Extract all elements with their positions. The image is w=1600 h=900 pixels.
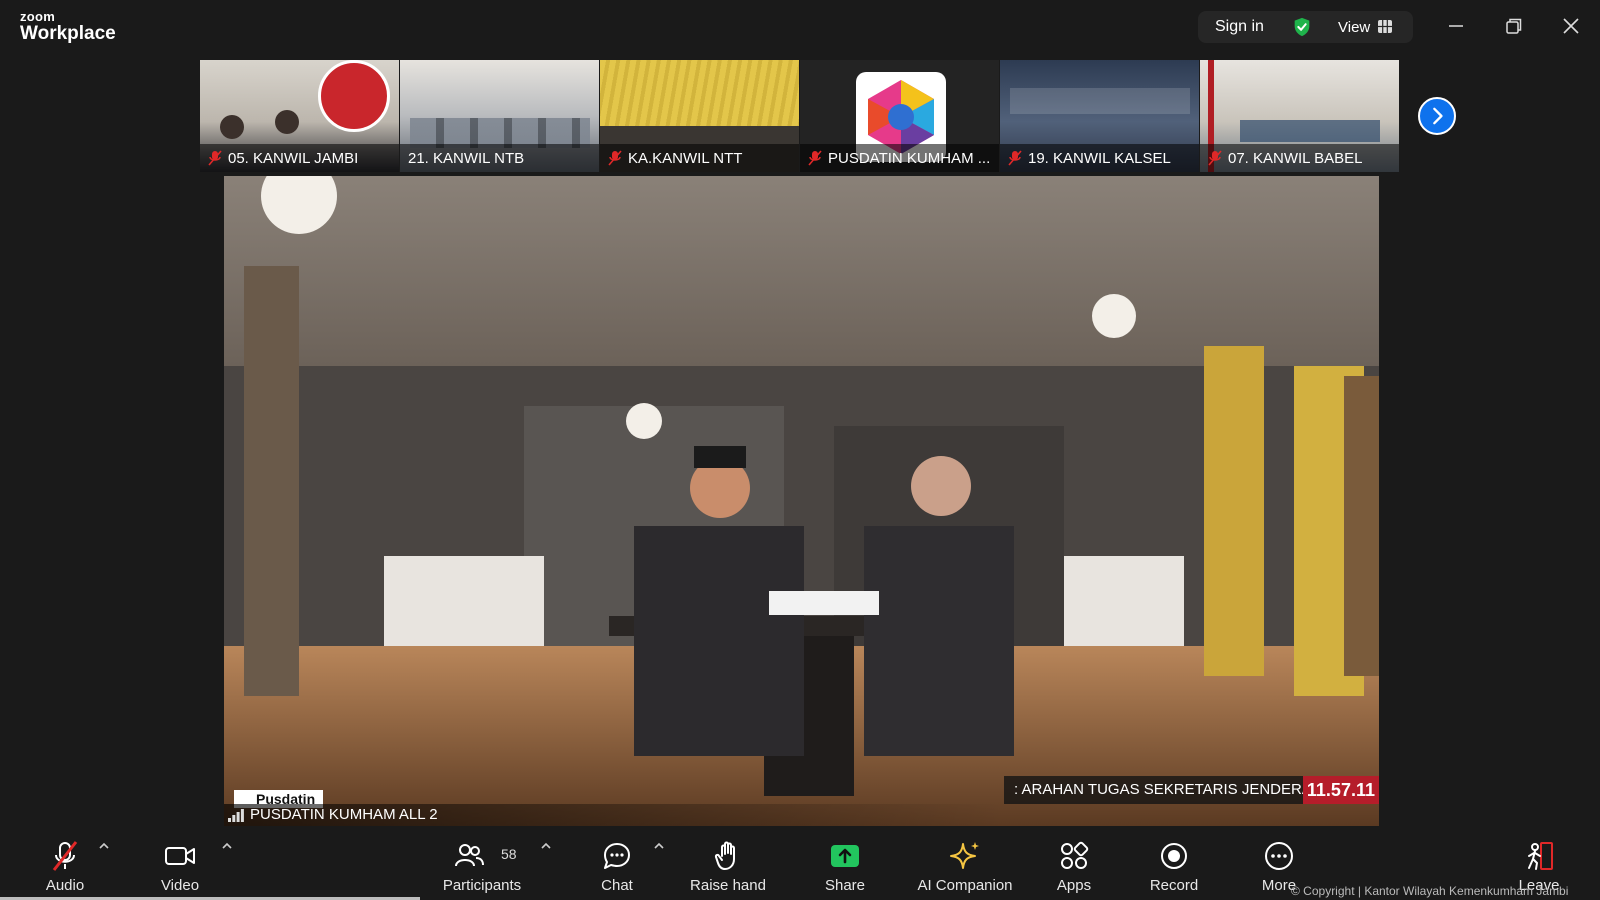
mic-muted-icon <box>208 150 222 166</box>
participants-button[interactable]: Participants <box>437 828 527 900</box>
wbk-emblem <box>318 60 390 132</box>
main-video-feed[interactable]: Pusdatin PUSDATIN KUMHAM ALL 2 : ARAHAN … <box>224 176 1379 826</box>
audio-label: Audio <box>45 877 85 894</box>
copyright-overlay: © Copyright | Kantor Wilayah Kemenkumham… <box>1291 884 1569 898</box>
share-screen-icon <box>831 845 859 867</box>
leave-door-icon <box>1528 842 1553 870</box>
apps-icon <box>1061 841 1089 869</box>
share-label: Share <box>824 877 866 894</box>
participants-label: Participants <box>442 877 522 894</box>
apps-button[interactable]: Apps <box>1049 828 1099 900</box>
thumbnail-name: 05. KANWIL JAMBI <box>200 144 399 172</box>
participants-count: 58 <box>501 846 517 862</box>
mic-muted-icon <box>1208 150 1222 166</box>
mic-muted-icon <box>1008 150 1022 166</box>
record-label: Record <box>1149 877 1199 894</box>
participants-icon <box>455 844 484 867</box>
feed-name-label: PUSDATIN KUMHAM ALL 2 <box>224 804 1004 826</box>
title-bar: zoom Workplace Sign in View <box>0 0 1600 55</box>
raise-hand-label: Raise hand <box>690 877 766 894</box>
restore-icon[interactable] <box>1502 14 1526 38</box>
video-button[interactable]: Video <box>155 828 205 900</box>
chat-label: Chat <box>601 877 633 894</box>
titlebar-actions: Sign in View <box>1198 11 1413 43</box>
audio-button[interactable]: Audio <box>40 828 90 900</box>
close-icon[interactable] <box>1559 14 1583 38</box>
sign-in-button[interactable]: Sign in <box>1215 18 1264 36</box>
thumbnail-kanwil-babel[interactable]: 07. KANWIL BABEL <box>1200 60 1399 172</box>
thumbnail-kanwil-kalsel[interactable]: 19. KANWIL KALSEL <box>1000 60 1199 172</box>
mic-muted-icon <box>608 150 622 166</box>
chevron-right-icon <box>1433 107 1443 125</box>
chat-bubble-icon <box>604 843 630 869</box>
record-icon <box>1161 843 1187 869</box>
audio-options-chevron-icon[interactable] <box>98 842 110 850</box>
video-label: Video <box>160 877 200 894</box>
thumbnail-name: 21. KANWIL NTB <box>400 144 599 172</box>
video-scene-image <box>224 176 1379 826</box>
raise-hand-button[interactable]: Raise hand <box>688 828 768 900</box>
thumbnail-name: 19. KANWIL KALSEL <box>1000 144 1199 172</box>
meeting-toolbar: Audio Video Participants 58 Chat Raise h… <box>0 828 1600 900</box>
more-ellipsis-icon <box>1265 842 1293 870</box>
chat-button[interactable]: Chat <box>592 828 642 900</box>
ticker-time: 11.57.11 <box>1302 776 1379 804</box>
ai-sparkle-icon <box>950 842 979 869</box>
thumbnail-kanwil-ntt[interactable]: KA.KANWIL NTT <box>600 60 799 172</box>
video-options-chevron-icon[interactable] <box>221 842 233 850</box>
thumbnail-pusdatin-kumham[interactable]: PUSDATIN KUMHAM ... <box>800 60 999 172</box>
mic-muted-icon <box>808 150 822 166</box>
apps-label: Apps <box>1056 877 1092 894</box>
video-camera-icon <box>165 847 195 865</box>
minimize-icon[interactable] <box>1444 14 1468 38</box>
thumbnail-name: KA.KANWIL NTT <box>600 144 799 172</box>
participants-options-chevron-icon[interactable] <box>540 842 552 850</box>
thumbnail-name: PUSDATIN KUMHAM ... <box>800 144 999 172</box>
record-button[interactable]: Record <box>1149 828 1199 900</box>
share-button[interactable]: Share <box>820 828 870 900</box>
participant-thumbnails: 05. KANWIL JAMBI 21. KANWIL NTB KA.KANWI… <box>200 60 1400 172</box>
raise-hand-icon <box>714 841 735 870</box>
ticker-text: : ARAHAN TUGAS SEKRETARIS JENDERAL <box>1014 781 1321 798</box>
next-page-button[interactable] <box>1418 97 1456 135</box>
ai-companion-button[interactable]: AI Companion <box>910 828 1020 900</box>
logo-zoom-text: zoom <box>20 9 56 24</box>
chat-options-chevron-icon[interactable] <box>653 842 665 850</box>
thumbnail-kanwil-jambi[interactable]: 05. KANWIL JAMBI <box>200 60 399 172</box>
zoom-workplace-logo: zoom Workplace <box>20 10 116 43</box>
view-button[interactable]: View <box>1338 19 1370 36</box>
ai-companion-label: AI Companion <box>917 877 1013 894</box>
logo-workplace-text: Workplace <box>20 23 116 44</box>
shield-check-icon[interactable] <box>1291 16 1313 38</box>
mic-muted-icon <box>52 841 78 871</box>
news-ticker: : ARAHAN TUGAS SEKRETARIS JENDERAL 11.57… <box>1004 776 1379 804</box>
thumbnail-kanwil-ntb[interactable]: 21. KANWIL NTB <box>400 60 599 172</box>
thumbnail-name: 07. KANWIL BABEL <box>1200 144 1399 172</box>
grid-view-icon[interactable] <box>1378 20 1392 33</box>
signal-strength-icon <box>228 809 244 822</box>
